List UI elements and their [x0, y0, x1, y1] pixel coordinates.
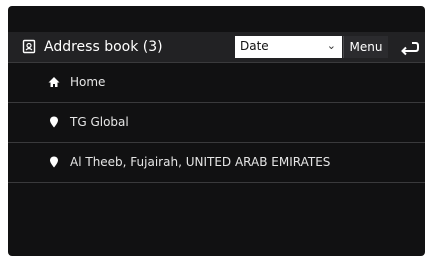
- list-item-label: Al Theeb, Fujairah, UNITED ARAB EMIRATES: [70, 155, 331, 169]
- list-item-label: Home: [70, 75, 106, 89]
- address-book-icon: [22, 39, 36, 54]
- list-item-al-theeb[interactable]: Al Theeb, Fujairah, UNITED ARAB EMIRATES: [8, 143, 425, 183]
- location-pin-icon: [50, 156, 58, 168]
- back-button[interactable]: [390, 36, 425, 58]
- sort-dropdown[interactable]: Date ⌄: [235, 36, 342, 58]
- home-icon: [48, 77, 60, 87]
- list-item-label: TG Global: [70, 115, 129, 129]
- address-list: Home TG Global Al Theeb, Fujairah, UNITE…: [8, 63, 425, 183]
- chevron-down-icon: ⌄: [326, 39, 336, 52]
- navigation-screen: Address book (3) Date ⌄ Menu Home TG Glo…: [8, 6, 425, 256]
- back-arrow-icon: [401, 42, 419, 56]
- list-item-home[interactable]: Home: [8, 63, 425, 103]
- sort-selected-value: Date: [240, 39, 269, 53]
- page-title: Address book (3): [44, 39, 163, 55]
- menu-button[interactable]: Menu: [343, 36, 388, 58]
- list-item-tg-global[interactable]: TG Global: [8, 103, 425, 143]
- location-pin-icon: [50, 116, 58, 128]
- header-bar: Address book (3) Date ⌄ Menu: [8, 32, 425, 63]
